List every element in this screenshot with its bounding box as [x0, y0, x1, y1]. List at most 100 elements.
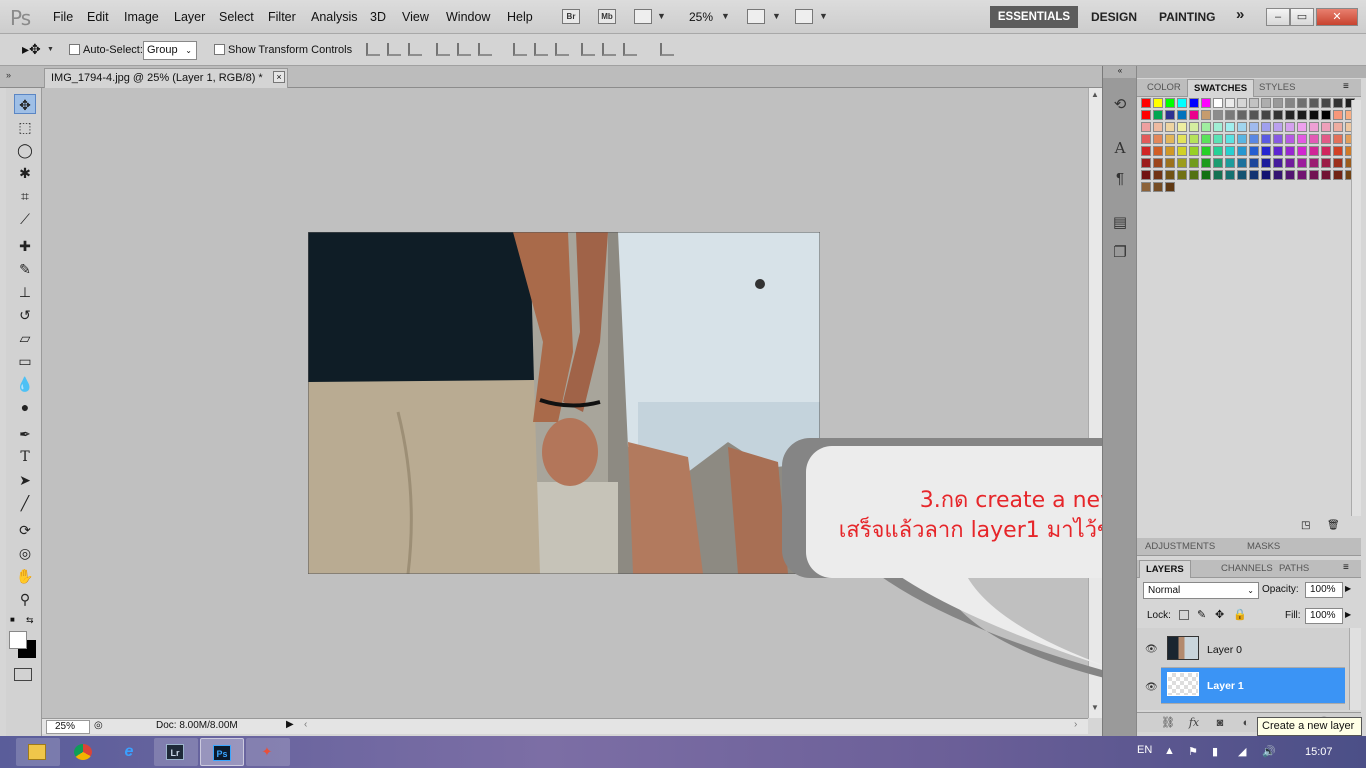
color-swatch[interactable]	[1237, 134, 1247, 144]
distribute-hcenter-icon[interactable]	[602, 43, 616, 56]
hand-tool[interactable]: ✋	[14, 566, 36, 586]
color-swatch[interactable]	[1273, 170, 1283, 180]
panel-menu-icon[interactable]: ≡	[1343, 81, 1349, 92]
color-swatch[interactable]	[1285, 110, 1295, 120]
color-swatch[interactable]	[1177, 170, 1187, 180]
color-swatch[interactable]	[1165, 134, 1175, 144]
auto-align-icon[interactable]	[660, 43, 674, 56]
taskbar-app[interactable]: ✦	[246, 738, 290, 766]
language-indicator[interactable]: EN	[1137, 744, 1152, 756]
3d-orbit-tool[interactable]: ◎	[14, 543, 36, 563]
color-swatch[interactable]	[1297, 110, 1307, 120]
color-swatch[interactable]	[1249, 122, 1259, 132]
distribute-vcenter-icon[interactable]	[534, 43, 548, 56]
layer-row[interactable]: Layer 0	[1161, 632, 1345, 668]
document-close-button[interactable]: ×	[273, 71, 285, 83]
lock-transparency-icon[interactable]	[1179, 610, 1189, 620]
action-center-flag-icon[interactable]: ⚑	[1188, 745, 1198, 758]
color-swatch[interactable]	[1285, 122, 1295, 132]
color-swatch[interactable]	[1333, 170, 1343, 180]
color-swatch[interactable]	[1213, 122, 1223, 132]
color-swatch[interactable]	[1141, 146, 1151, 156]
color-swatch[interactable]	[1237, 158, 1247, 168]
taskbar-photoshop[interactable]: Ps	[200, 738, 244, 766]
color-swatch[interactable]	[1273, 146, 1283, 156]
chevron-down-icon[interactable]: ▼	[721, 11, 730, 21]
color-swatch[interactable]	[1213, 158, 1223, 168]
color-swatch[interactable]	[1309, 170, 1319, 180]
distribute-left-icon[interactable]	[581, 43, 595, 56]
gradient-tool[interactable]: ▭	[14, 351, 36, 371]
color-swatch[interactable]	[1165, 110, 1175, 120]
color-swatch[interactable]	[1225, 146, 1235, 156]
path-selection-tool[interactable]: ➤	[14, 470, 36, 490]
lock-all-icon[interactable]: 🔒	[1233, 608, 1247, 621]
color-swatch[interactable]	[1225, 110, 1235, 120]
blur-tool[interactable]: 💧	[14, 374, 36, 394]
color-swatch[interactable]	[1273, 134, 1283, 144]
color-swatch[interactable]	[1321, 146, 1331, 156]
clone-source-panel-icon[interactable]: ❐	[1111, 244, 1129, 262]
color-swatch[interactable]	[1309, 158, 1319, 168]
tab-layers[interactable]: LAYERS	[1139, 560, 1191, 578]
tab-masks[interactable]: MASKS	[1241, 538, 1286, 556]
color-swatch[interactable]	[1201, 158, 1211, 168]
align-hcenter-icon[interactable]	[457, 43, 471, 56]
menu-image[interactable]: Image	[124, 10, 159, 24]
fill-arrow-icon[interactable]: ▶	[1345, 610, 1351, 619]
history-brush-tool[interactable]: ↺	[14, 305, 36, 325]
color-swatch[interactable]	[1297, 122, 1307, 132]
color-swatch[interactable]	[1153, 134, 1163, 144]
transform-controls-checkbox[interactable]	[214, 44, 225, 55]
chevron-down-icon[interactable]: ▼	[772, 11, 781, 21]
tab-styles[interactable]: STYLES	[1253, 79, 1301, 97]
color-swatch[interactable]	[1333, 146, 1343, 156]
color-swatch[interactable]	[1261, 134, 1271, 144]
distribute-right-icon[interactable]	[623, 43, 637, 56]
color-swatch[interactable]	[1141, 98, 1151, 108]
taskbar-internet-explorer[interactable]: e	[108, 738, 152, 766]
color-swatch[interactable]	[1333, 122, 1343, 132]
history-panel-icon[interactable]: ⟲	[1111, 96, 1129, 114]
color-swatch[interactable]	[1237, 122, 1247, 132]
color-swatch[interactable]	[1153, 122, 1163, 132]
collapse-panel-icon[interactable]: »	[6, 70, 11, 80]
color-swatch[interactable]	[1141, 182, 1151, 192]
color-swatch[interactable]	[1309, 122, 1319, 132]
volume-icon[interactable]: 🔊	[1262, 745, 1276, 758]
color-swatch[interactable]	[1249, 134, 1259, 144]
tab-channels[interactable]: CHANNELS	[1215, 560, 1279, 578]
color-swatch[interactable]	[1189, 170, 1199, 180]
color-swatch[interactable]	[1333, 134, 1343, 144]
menu-file[interactable]: File	[53, 10, 73, 24]
color-swatch[interactable]	[1225, 170, 1235, 180]
panel-collapse-bar[interactable]	[1137, 66, 1366, 78]
color-swatch[interactable]	[1177, 146, 1187, 156]
new-swatch-icon[interactable]: ◳	[1301, 520, 1310, 531]
color-swatch[interactable]	[1321, 110, 1331, 120]
color-swatch[interactable]	[1309, 134, 1319, 144]
workspace-design[interactable]: DESIGN	[1091, 10, 1137, 24]
color-swatch[interactable]	[1141, 110, 1151, 120]
visibility-eye-icon[interactable]: 👁	[1145, 682, 1159, 693]
color-swatch[interactable]	[1177, 110, 1187, 120]
scroll-down-icon[interactable]: ▼	[1091, 703, 1099, 712]
color-swatch[interactable]	[1249, 158, 1259, 168]
color-swatch[interactable]	[1237, 170, 1247, 180]
lasso-tool[interactable]: ◯	[14, 140, 36, 160]
layer-row-selected[interactable]: Layer 1	[1161, 668, 1345, 704]
pen-tool[interactable]: ✒	[14, 424, 36, 444]
color-swatch[interactable]	[1153, 110, 1163, 120]
color-swatch[interactable]	[1333, 158, 1343, 168]
chevron-down-icon[interactable]: ▼	[819, 11, 828, 21]
color-swatch[interactable]	[1273, 98, 1283, 108]
auto-select-dropdown[interactable]: Group ⌄	[143, 41, 197, 60]
color-swatch[interactable]	[1141, 170, 1151, 180]
notes-panel-icon[interactable]: ▤	[1111, 214, 1129, 232]
color-swatch[interactable]	[1213, 110, 1223, 120]
expand-dock-icon[interactable]: «	[1103, 66, 1137, 78]
color-swatch[interactable]	[1273, 110, 1283, 120]
color-swatch[interactable]	[1189, 122, 1199, 132]
color-swatch[interactable]	[1285, 134, 1295, 144]
color-swatch[interactable]	[1189, 134, 1199, 144]
